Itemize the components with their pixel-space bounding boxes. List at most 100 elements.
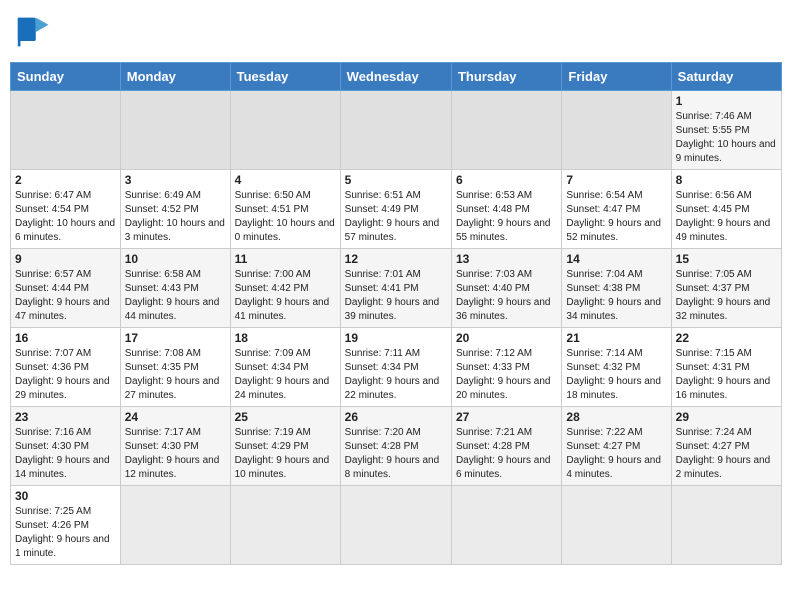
calendar-day-cell (120, 91, 230, 170)
calendar-day-cell: 5 Sunrise: 6:51 AM Sunset: 4:49 PM Daylig… (340, 170, 451, 249)
calendar-week-row: 1 Sunrise: 7:46 AM Sunset: 5:55 PM Daylig… (11, 91, 782, 170)
calendar-day-cell: 12 Sunrise: 7:01 AM Sunset: 4:41 PM Dayli… (340, 249, 451, 328)
day-of-week-header: Tuesday (230, 63, 340, 91)
day-of-week-header: Thursday (451, 63, 561, 91)
day-info: Sunrise: 7:01 AM Sunset: 4:41 PM Dayligh… (345, 268, 447, 324)
day-number: 3 (125, 173, 226, 187)
calendar-day-cell: 26 Sunrise: 7:20 AM Sunset: 4:28 PM Dayli… (340, 407, 451, 486)
day-number: 17 (125, 331, 226, 345)
day-info: Sunrise: 6:57 AM Sunset: 4:44 PM Dayligh… (15, 268, 116, 324)
day-of-week-header: Sunday (11, 63, 121, 91)
day-number: 14 (566, 252, 666, 266)
day-info: Sunrise: 7:24 AM Sunset: 4:27 PM Dayligh… (676, 426, 777, 482)
calendar-day-cell (562, 486, 671, 565)
calendar-day-cell: 20Sunrise: 7:12 AM Sunset: 4:33 PM Dayli… (451, 328, 561, 407)
day-number: 15 (676, 252, 777, 266)
calendar-day-cell: 30 Sunrise: 7:25 AM Sunset: 4:26 PM Dayli… (11, 486, 121, 565)
day-number: 26 (345, 410, 447, 424)
day-number: 18 (235, 331, 336, 345)
calendar-day-cell (340, 486, 451, 565)
day-info: Sunrise: 7:00 AM Sunset: 4:42 PM Dayligh… (235, 268, 336, 324)
day-info: Sunrise: 7:03 AM Sunset: 4:40 PM Dayligh… (456, 268, 557, 324)
day-of-week-header: Monday (120, 63, 230, 91)
day-number: 5 (345, 173, 447, 187)
calendar-day-cell: 22 Sunrise: 7:15 AM Sunset: 4:31 PM Dayli… (671, 328, 781, 407)
calendar-week-row: 9 Sunrise: 6:57 AM Sunset: 4:44 PM Daylig… (11, 249, 782, 328)
day-number: 19 (345, 331, 447, 345)
day-info: Sunrise: 6:51 AM Sunset: 4:49 PM Dayligh… (345, 189, 447, 245)
calendar-day-cell: 2 Sunrise: 6:47 AM Sunset: 4:54 PM Daylig… (11, 170, 121, 249)
calendar-day-cell: 1 Sunrise: 7:46 AM Sunset: 5:55 PM Daylig… (671, 91, 781, 170)
calendar-day-cell: 14 Sunrise: 7:04 AM Sunset: 4:38 PM Dayli… (562, 249, 671, 328)
day-number: 25 (235, 410, 336, 424)
calendar-day-cell: 19Sunrise: 7:11 AM Sunset: 4:34 PM Dayli… (340, 328, 451, 407)
calendar-day-cell: 21Sunrise: 7:14 AM Sunset: 4:32 PM Dayli… (562, 328, 671, 407)
day-info: Sunrise: 7:09 AM Sunset: 4:34 PM Dayligh… (235, 347, 336, 403)
day-info: Sunrise: 6:56 AM Sunset: 4:45 PM Dayligh… (676, 189, 777, 245)
calendar-day-cell: 25 Sunrise: 7:19 AM Sunset: 4:29 PM Dayli… (230, 407, 340, 486)
calendar-day-cell: 17 Sunrise: 7:08 AM Sunset: 4:35 PM Dayli… (120, 328, 230, 407)
day-number: 21 (566, 331, 666, 345)
day-number: 6 (456, 173, 557, 187)
calendar-day-cell (451, 486, 561, 565)
day-of-week-header: Friday (562, 63, 671, 91)
day-number: 13 (456, 252, 557, 266)
day-info: Sunrise: 7:15 AM Sunset: 4:31 PM Dayligh… (676, 347, 777, 403)
day-number: 9 (15, 252, 116, 266)
day-info: Sunrise: 6:50 AM Sunset: 4:51 PM Dayligh… (235, 189, 336, 245)
day-info: Sunrise: 6:47 AM Sunset: 4:54 PM Dayligh… (15, 189, 116, 245)
day-number: 24 (125, 410, 226, 424)
day-info: Sunrise: 7:46 AM Sunset: 5:55 PM Dayligh… (676, 110, 777, 166)
calendar-day-cell: 18 Sunrise: 7:09 AM Sunset: 4:34 PM Dayli… (230, 328, 340, 407)
calendar-day-cell: 9 Sunrise: 6:57 AM Sunset: 4:44 PM Daylig… (11, 249, 121, 328)
day-info: Sunrise: 7:19 AM Sunset: 4:29 PM Dayligh… (235, 426, 336, 482)
calendar-day-cell: 13 Sunrise: 7:03 AM Sunset: 4:40 PM Dayli… (451, 249, 561, 328)
day-number: 11 (235, 252, 336, 266)
day-of-week-header: Wednesday (340, 63, 451, 91)
day-number: 1 (676, 94, 777, 108)
calendar-week-row: 23Sunrise: 7:16 AM Sunset: 4:30 PM Dayli… (11, 407, 782, 486)
day-info: Sunrise: 7:08 AM Sunset: 4:35 PM Dayligh… (125, 347, 226, 403)
day-info: Sunrise: 7:20 AM Sunset: 4:28 PM Dayligh… (345, 426, 447, 482)
calendar-table: SundayMondayTuesdayWednesdayThursdayFrid… (10, 62, 782, 565)
calendar-day-cell: 10Sunrise: 6:58 AM Sunset: 4:43 PM Dayli… (120, 249, 230, 328)
day-info: Sunrise: 6:53 AM Sunset: 4:48 PM Dayligh… (456, 189, 557, 245)
calendar-week-row: 2 Sunrise: 6:47 AM Sunset: 4:54 PM Daylig… (11, 170, 782, 249)
calendar-day-cell: 15Sunrise: 7:05 AM Sunset: 4:37 PM Dayli… (671, 249, 781, 328)
calendar-day-cell (120, 486, 230, 565)
day-info: Sunrise: 7:12 AM Sunset: 4:33 PM Dayligh… (456, 347, 557, 403)
day-number: 16 (15, 331, 116, 345)
calendar-header-row: SundayMondayTuesdayWednesdayThursdayFrid… (11, 63, 782, 91)
day-number: 12 (345, 252, 447, 266)
day-number: 30 (15, 489, 116, 503)
calendar-day-cell: 6 Sunrise: 6:53 AM Sunset: 4:48 PM Daylig… (451, 170, 561, 249)
day-info: Sunrise: 7:25 AM Sunset: 4:26 PM Dayligh… (15, 505, 116, 561)
calendar-week-row: 16 Sunrise: 7:07 AM Sunset: 4:36 PM Dayli… (11, 328, 782, 407)
day-number: 8 (676, 173, 777, 187)
day-number: 4 (235, 173, 336, 187)
day-info: Sunrise: 6:54 AM Sunset: 4:47 PM Dayligh… (566, 189, 666, 245)
calendar-day-cell: 29Sunrise: 7:24 AM Sunset: 4:27 PM Dayli… (671, 407, 781, 486)
calendar-day-cell (230, 91, 340, 170)
page-header (10, 10, 782, 54)
calendar-day-cell: 27Sunrise: 7:21 AM Sunset: 4:28 PM Dayli… (451, 407, 561, 486)
calendar-day-cell (451, 91, 561, 170)
calendar-day-cell: 7 Sunrise: 6:54 AM Sunset: 4:47 PM Daylig… (562, 170, 671, 249)
day-number: 7 (566, 173, 666, 187)
calendar-day-cell (230, 486, 340, 565)
day-number: 2 (15, 173, 116, 187)
day-info: Sunrise: 6:49 AM Sunset: 4:52 PM Dayligh… (125, 189, 226, 245)
day-number: 22 (676, 331, 777, 345)
calendar-day-cell: 16 Sunrise: 7:07 AM Sunset: 4:36 PM Dayli… (11, 328, 121, 407)
day-info: Sunrise: 7:07 AM Sunset: 4:36 PM Dayligh… (15, 347, 116, 403)
day-info: Sunrise: 7:04 AM Sunset: 4:38 PM Dayligh… (566, 268, 666, 324)
calendar-day-cell: 28Sunrise: 7:22 AM Sunset: 4:27 PM Dayli… (562, 407, 671, 486)
generalblue-logo-icon (16, 14, 52, 50)
calendar-week-row: 30 Sunrise: 7:25 AM Sunset: 4:26 PM Dayli… (11, 486, 782, 565)
calendar-day-cell: 23Sunrise: 7:16 AM Sunset: 4:30 PM Dayli… (11, 407, 121, 486)
day-info: Sunrise: 7:21 AM Sunset: 4:28 PM Dayligh… (456, 426, 557, 482)
calendar-day-cell: 11 Sunrise: 7:00 AM Sunset: 4:42 PM Dayli… (230, 249, 340, 328)
day-info: Sunrise: 6:58 AM Sunset: 4:43 PM Dayligh… (125, 268, 226, 324)
calendar-day-cell (11, 91, 121, 170)
day-info: Sunrise: 7:22 AM Sunset: 4:27 PM Dayligh… (566, 426, 666, 482)
